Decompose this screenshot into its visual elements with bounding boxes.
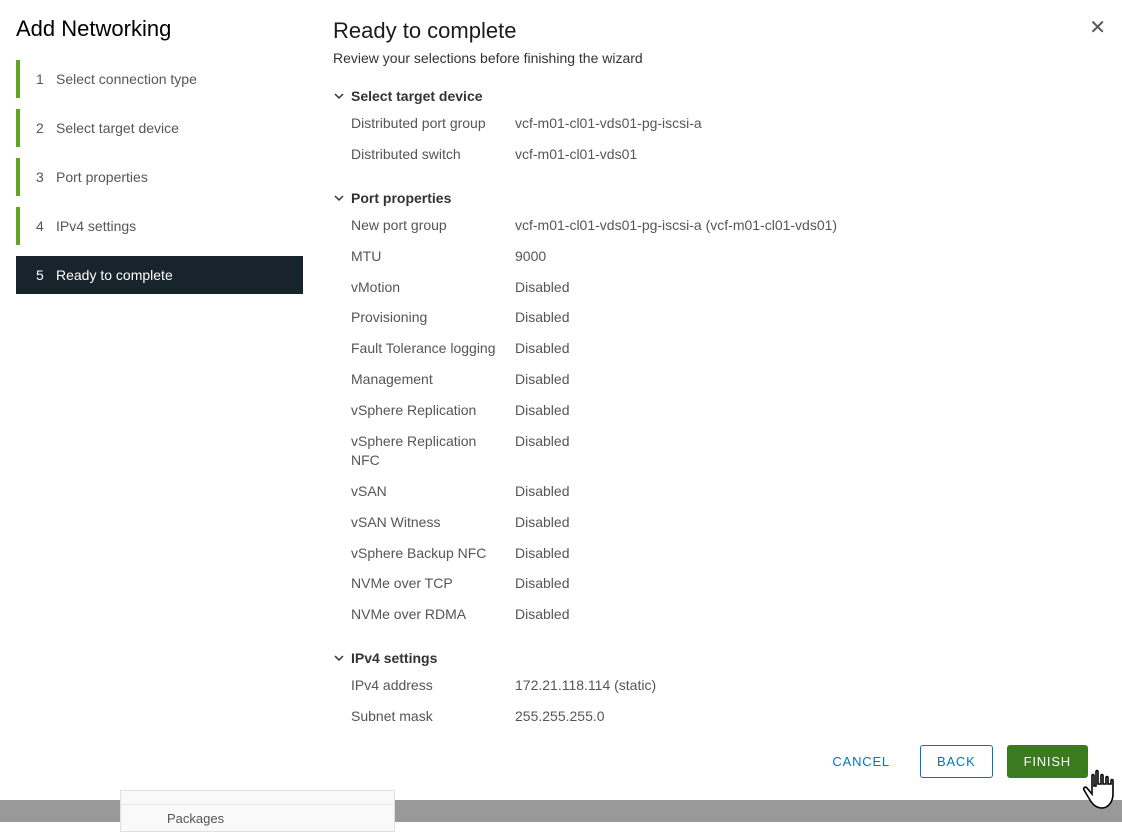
summary-row: Fault Tolerance loggingDisabled [351, 339, 1092, 358]
step-number: 3 [36, 169, 56, 185]
summary-row: Subnet mask255.255.255.0 [351, 707, 1092, 726]
summary-value: Disabled [515, 401, 1092, 420]
summary-row: NVMe over TCPDisabled [351, 574, 1092, 593]
summary-value: Disabled [515, 308, 1092, 327]
summary-label: vSphere Replication NFC [351, 432, 515, 470]
page-title: Ready to complete [333, 18, 1092, 44]
section-header-target-device[interactable]: Select target device [333, 88, 1092, 104]
step-label: Ready to complete [56, 267, 303, 283]
summary-label: vSAN [351, 482, 515, 501]
summary-label: Fault Tolerance logging [351, 339, 515, 358]
background-panel-row [121, 791, 394, 805]
step-label: Select connection type [56, 71, 303, 87]
summary-row: vSphere Backup NFCDisabled [351, 544, 1092, 563]
wizard-sidebar: Add Networking 1 Select connection type … [0, 0, 303, 800]
summary-row: vMotionDisabled [351, 278, 1092, 297]
wizard-footer: CANCEL BACK FINISH [333, 727, 1092, 800]
summary-value: Disabled [515, 432, 1092, 451]
section-header-label: Port properties [351, 190, 451, 206]
chevron-down-icon [333, 192, 345, 204]
summary-value: Disabled [515, 574, 1092, 593]
background-panel: Packages [120, 790, 395, 832]
chevron-down-icon [333, 90, 345, 102]
section-header-label: Select target device [351, 88, 483, 104]
step-number: 4 [36, 218, 56, 234]
summary-label: Subnet mask [351, 707, 515, 726]
summary-value: 255.255.255.0 [515, 707, 1092, 726]
summary-label: Distributed switch [351, 145, 515, 164]
step-label: Port properties [56, 169, 303, 185]
summary-row: MTU9000 [351, 247, 1092, 266]
summary-row: vSAN WitnessDisabled [351, 513, 1092, 532]
background-panel-label: Packages [121, 805, 394, 831]
wizard-dialog: Add Networking 1 Select connection type … [0, 0, 1122, 800]
finish-button[interactable]: FINISH [1007, 745, 1088, 778]
page-subtitle: Review your selections before finishing … [333, 50, 1092, 66]
summary-value: Disabled [515, 339, 1092, 358]
step-ipv4-settings[interactable]: 4 IPv4 settings [16, 207, 303, 245]
summary-value: vcf-m01-cl01-vds01-pg-iscsi-a [515, 114, 1092, 133]
summary-row: New port groupvcf-m01-cl01-vds01-pg-iscs… [351, 216, 1092, 235]
back-button[interactable]: BACK [920, 745, 993, 778]
summary-label: vSAN Witness [351, 513, 515, 532]
summary-label: Management [351, 370, 515, 389]
step-select-connection-type[interactable]: 1 Select connection type [16, 60, 303, 98]
step-label: Select target device [56, 120, 303, 136]
chevron-down-icon [333, 652, 345, 664]
summary-value: 172.21.118.114 (static) [515, 676, 1092, 695]
summary-value: Disabled [515, 278, 1092, 297]
summary-row: vSphere ReplicationDisabled [351, 401, 1092, 420]
step-number: 5 [36, 267, 56, 283]
summary-row: vSANDisabled [351, 482, 1092, 501]
summary-value: Disabled [515, 544, 1092, 563]
summary-value: Disabled [515, 513, 1092, 532]
wizard-main: ✕ Ready to complete Review your selectio… [303, 0, 1122, 800]
summary-label: MTU [351, 247, 515, 266]
summary-label: Distributed port group [351, 114, 515, 133]
step-select-target-device[interactable]: 2 Select target device [16, 109, 303, 147]
step-ready-to-complete[interactable]: 5 Ready to complete [16, 256, 303, 294]
wizard-title: Add Networking [0, 0, 303, 60]
summary-label: IPv4 address [351, 676, 515, 695]
summary-label: Provisioning [351, 308, 515, 327]
summary-value: Disabled [515, 370, 1092, 389]
summary-value: 9000 [515, 247, 1092, 266]
summary-value: Disabled [515, 605, 1092, 624]
summary-row: Distributed switch vcf-m01-cl01-vds01 [351, 145, 1092, 164]
step-number: 2 [36, 120, 56, 136]
summary-row: ManagementDisabled [351, 370, 1092, 389]
summary-value: vcf-m01-cl01-vds01-pg-iscsi-a (vcf-m01-c… [515, 216, 1092, 235]
summary-label: NVMe over TCP [351, 574, 515, 593]
section-header-label: IPv4 settings [351, 650, 437, 666]
cancel-button[interactable]: CANCEL [816, 746, 906, 777]
summary-label: New port group [351, 216, 515, 235]
step-label: IPv4 settings [56, 218, 303, 234]
summary-row: ProvisioningDisabled [351, 308, 1092, 327]
section-header-port-properties[interactable]: Port properties [333, 190, 1092, 206]
summary-row: IPv4 address172.21.118.114 (static) [351, 676, 1092, 695]
summary-row: NVMe over RDMADisabled [351, 605, 1092, 624]
step-port-properties[interactable]: 3 Port properties [16, 158, 303, 196]
step-number: 1 [36, 71, 56, 87]
summary-value: Disabled [515, 482, 1092, 501]
summary-label: vMotion [351, 278, 515, 297]
close-icon[interactable]: ✕ [1089, 18, 1106, 38]
wizard-steps: 1 Select connection type 2 Select target… [0, 60, 303, 305]
summary-label: vSphere Replication [351, 401, 515, 420]
summary-row: vSphere Replication NFCDisabled [351, 432, 1092, 470]
summary-value: vcf-m01-cl01-vds01 [515, 145, 1092, 164]
summary-label: vSphere Backup NFC [351, 544, 515, 563]
section-header-ipv4-settings[interactable]: IPv4 settings [333, 650, 1092, 666]
summary-row: Distributed port group vcf-m01-cl01-vds0… [351, 114, 1092, 133]
summary-label: NVMe over RDMA [351, 605, 515, 624]
summary-sections: Select target device Distributed port gr… [333, 88, 1092, 727]
